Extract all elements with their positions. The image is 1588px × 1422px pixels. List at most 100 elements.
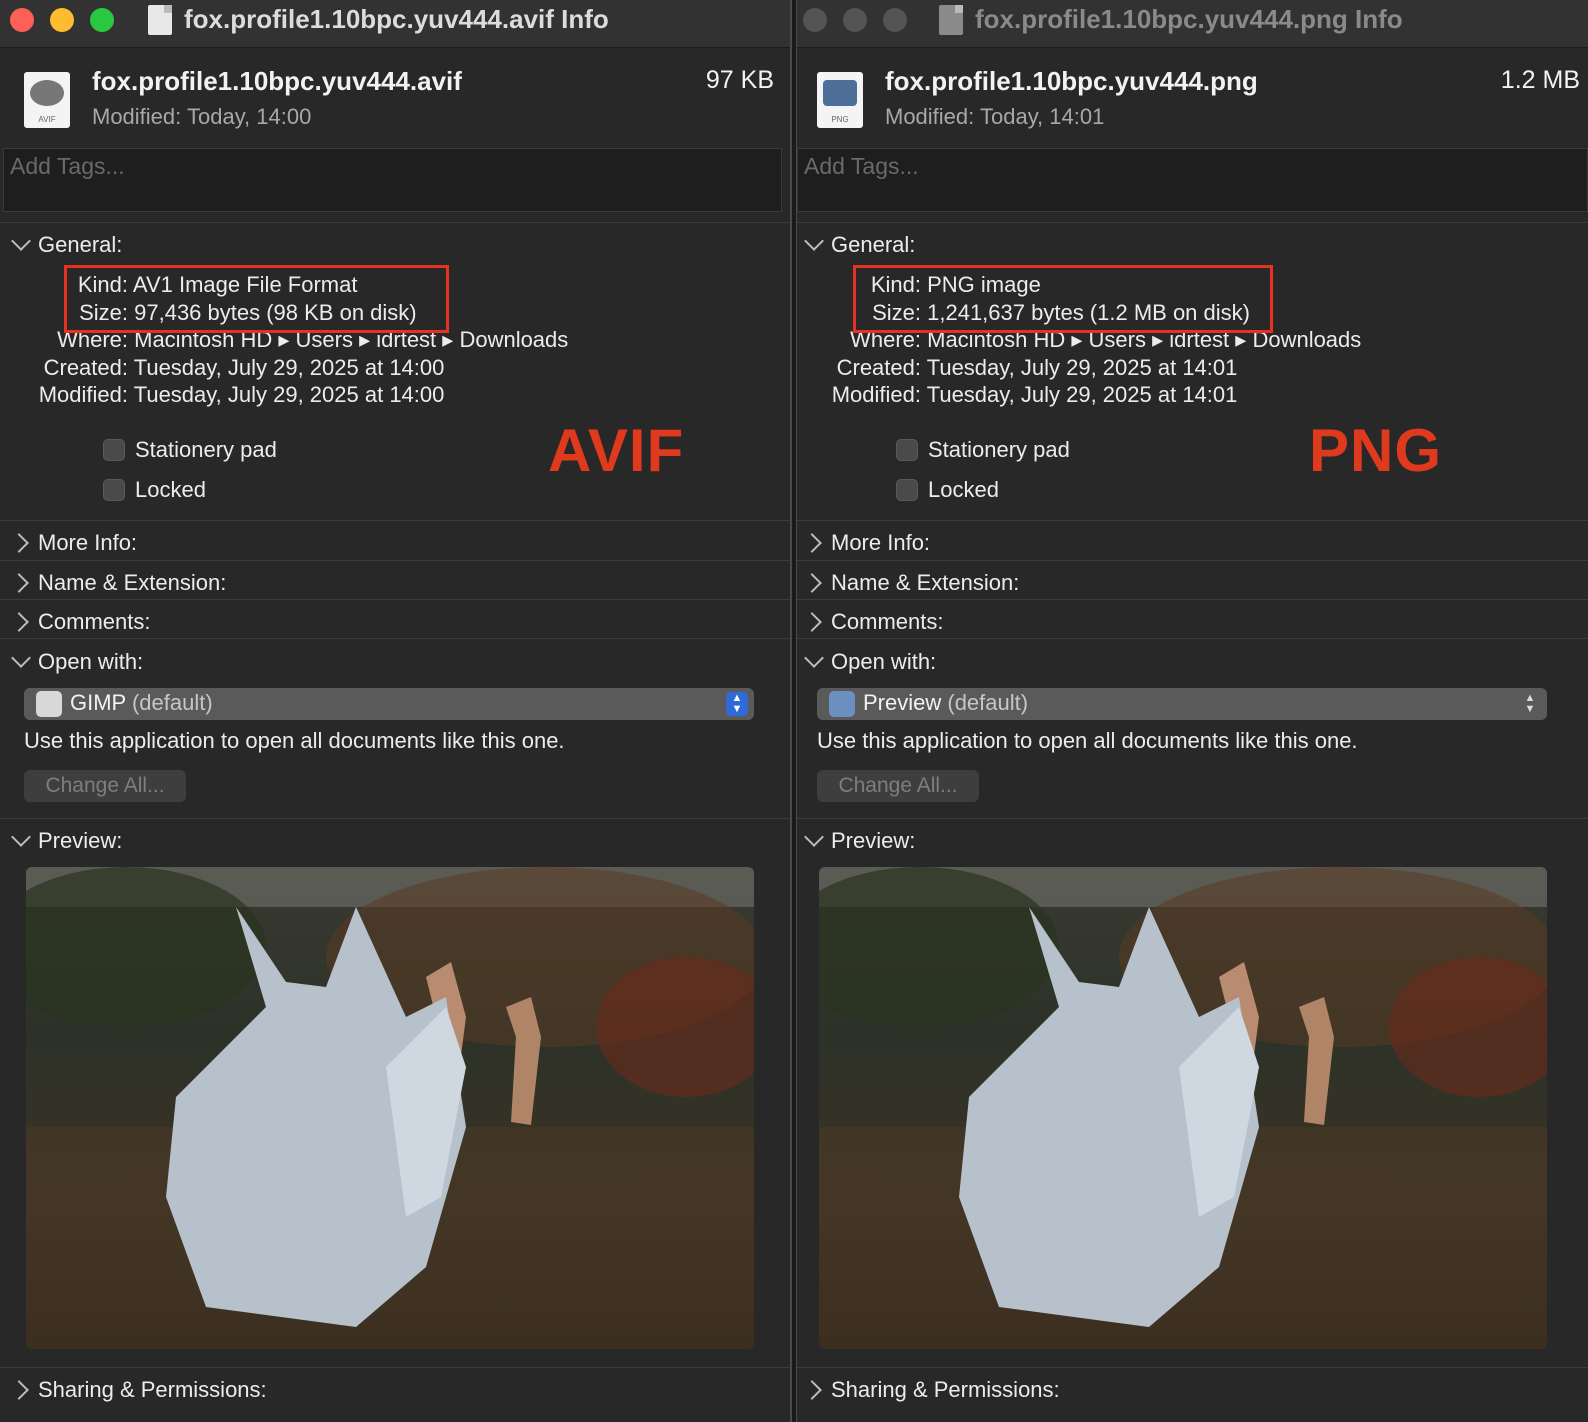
- avif-info-window: fox.profile1.10bpc.yuv444.avif Info AVIF…: [0, 0, 792, 1422]
- section-general[interactable]: General:: [0, 230, 790, 268]
- created-value: Tuesday, July 29, 2025 at 14:01: [926, 355, 1238, 380]
- section-comments[interactable]: Comments:: [0, 607, 790, 645]
- section-comments[interactable]: Comments:: [797, 607, 1588, 645]
- modified-key: Modified:: [831, 382, 921, 407]
- open-with-select[interactable]: GIMP (default) ▲ ▼: [24, 688, 754, 720]
- section-label: Open with:: [38, 649, 144, 674]
- title-bar[interactable]: fox.profile1.10bpc.yuv444.avif Info: [0, 0, 790, 48]
- stationery-checkbox[interactable]: [896, 439, 918, 461]
- created-value: Tuesday, July 29, 2025 at 14:00: [133, 355, 445, 380]
- modified-row: Modified: Tuesday, July 29, 2025 at 14:0…: [20, 382, 445, 408]
- section-label: Comments:: [831, 609, 944, 634]
- section-preview[interactable]: Preview:: [0, 826, 790, 864]
- section-sharing[interactable]: Sharing & Permissions:: [0, 1375, 790, 1413]
- divider: [797, 520, 1588, 521]
- locked-label: Locked: [135, 477, 206, 502]
- divider: [0, 1367, 790, 1368]
- file-icon-ext: AVIF: [38, 115, 56, 124]
- section-preview[interactable]: Preview:: [797, 826, 1588, 864]
- chevron-down-icon[interactable]: [804, 231, 824, 251]
- app-name: Preview: [863, 690, 942, 715]
- section-name-extension[interactable]: Name & Extension:: [0, 568, 790, 606]
- preview-document-icon: PNG: [817, 72, 863, 128]
- section-open-with[interactable]: Open with:: [797, 647, 1588, 685]
- fox-statue-photo: [26, 867, 754, 1349]
- stationery-checkbox[interactable]: [103, 439, 125, 461]
- divider: [0, 222, 790, 223]
- section-label: Comments:: [38, 609, 151, 634]
- section-label: Preview:: [38, 828, 123, 853]
- divider: [0, 560, 790, 561]
- divider: [0, 520, 790, 521]
- open-with-description: Use this application to open all documen…: [24, 728, 565, 753]
- gimp-document-icon: AVIF: [24, 72, 70, 128]
- stationery-label: Stationery pad: [928, 437, 1070, 462]
- minimize-button[interactable]: [50, 8, 74, 32]
- gimp-app-icon: [36, 691, 62, 717]
- preview-app-icon: [829, 691, 855, 717]
- section-label: Sharing & Permissions:: [38, 1377, 267, 1402]
- section-sharing[interactable]: Sharing & Permissions:: [797, 1375, 1588, 1413]
- chevron-right-icon[interactable]: [9, 533, 29, 553]
- divider: [797, 818, 1588, 819]
- change-all-button[interactable]: Change All...: [24, 770, 186, 802]
- select-stepper-icon[interactable]: ▲ ▼: [1519, 692, 1541, 716]
- chevron-down-icon[interactable]: [804, 827, 824, 847]
- chevron-down-icon[interactable]: [11, 231, 31, 251]
- modified-row: Modified: Tuesday, July 29, 2025 at 14:0…: [813, 382, 1238, 408]
- chevron-right-icon[interactable]: [802, 533, 822, 553]
- modified-value: Tuesday, July 29, 2025 at 14:01: [926, 382, 1238, 407]
- divider: [797, 560, 1588, 561]
- modified-value: Tuesday, July 29, 2025 at 14:00: [133, 382, 445, 407]
- app-default: (default): [947, 690, 1029, 715]
- created-key: Created:: [43, 355, 128, 380]
- chevron-down-icon[interactable]: [11, 827, 31, 847]
- section-label: More Info:: [831, 530, 931, 555]
- fox-statue-photo: [819, 867, 1547, 1349]
- divider: [797, 638, 1588, 639]
- section-name-extension[interactable]: Name & Extension:: [797, 568, 1588, 606]
- zoom-button[interactable]: [883, 8, 907, 32]
- chevron-down-icon[interactable]: [804, 648, 824, 668]
- created-row: Created: Tuesday, July 29, 2025 at 14:01: [813, 355, 1238, 381]
- section-label: Name & Extension:: [38, 570, 227, 595]
- section-label: More Info:: [38, 530, 138, 555]
- chevron-right-icon[interactable]: [802, 573, 822, 593]
- locked-checkbox[interactable]: [103, 479, 125, 501]
- app-default: (default): [131, 690, 213, 715]
- created-key: Created:: [836, 355, 921, 380]
- chevron-right-icon[interactable]: [802, 612, 822, 632]
- title-bar[interactable]: fox.profile1.10bpc.yuv444.png Info: [797, 0, 1588, 48]
- modified-key: Modified:: [38, 382, 128, 407]
- locked-label: Locked: [928, 477, 999, 502]
- minimize-button[interactable]: [843, 8, 867, 32]
- file-size: 97 KB: [705, 66, 774, 94]
- zoom-button[interactable]: [90, 8, 114, 32]
- section-general[interactable]: General:: [797, 230, 1588, 268]
- file-icon-ext: PNG: [831, 115, 849, 124]
- section-label: Open with:: [831, 649, 937, 674]
- open-with-select[interactable]: Preview (default) ▲ ▼: [817, 688, 1547, 720]
- locked-checkbox[interactable]: [896, 479, 918, 501]
- section-label: Preview:: [831, 828, 916, 853]
- chevron-right-icon[interactable]: [9, 573, 29, 593]
- file-modified: Modified: Today, 14:01: [885, 104, 1105, 129]
- title-file-icon: [148, 5, 172, 35]
- chevron-right-icon[interactable]: [802, 1380, 822, 1400]
- close-button[interactable]: [10, 8, 34, 32]
- chevron-right-icon[interactable]: [9, 612, 29, 632]
- section-label: General:: [38, 232, 123, 257]
- change-all-button[interactable]: Change All...: [817, 770, 979, 802]
- file-header: PNG fox.profile1.10bpc.yuv444.png 1.2 MB…: [797, 48, 1588, 146]
- chevron-right-icon[interactable]: [9, 1380, 29, 1400]
- chevron-down-icon[interactable]: [11, 648, 31, 668]
- section-open-with[interactable]: Open with:: [0, 647, 790, 685]
- tags-field[interactable]: Add Tags...: [797, 148, 1588, 212]
- select-stepper-icon[interactable]: ▲ ▼: [726, 692, 748, 716]
- highlight-box: [853, 265, 1273, 333]
- window-title: fox.profile1.10bpc.yuv444.avif Info: [184, 4, 609, 34]
- close-button[interactable]: [803, 8, 827, 32]
- png-info-window: fox.profile1.10bpc.yuv444.png Info PNG f…: [796, 0, 1588, 1422]
- tags-field[interactable]: Add Tags...: [3, 148, 782, 212]
- section-label: Name & Extension:: [831, 570, 1020, 595]
